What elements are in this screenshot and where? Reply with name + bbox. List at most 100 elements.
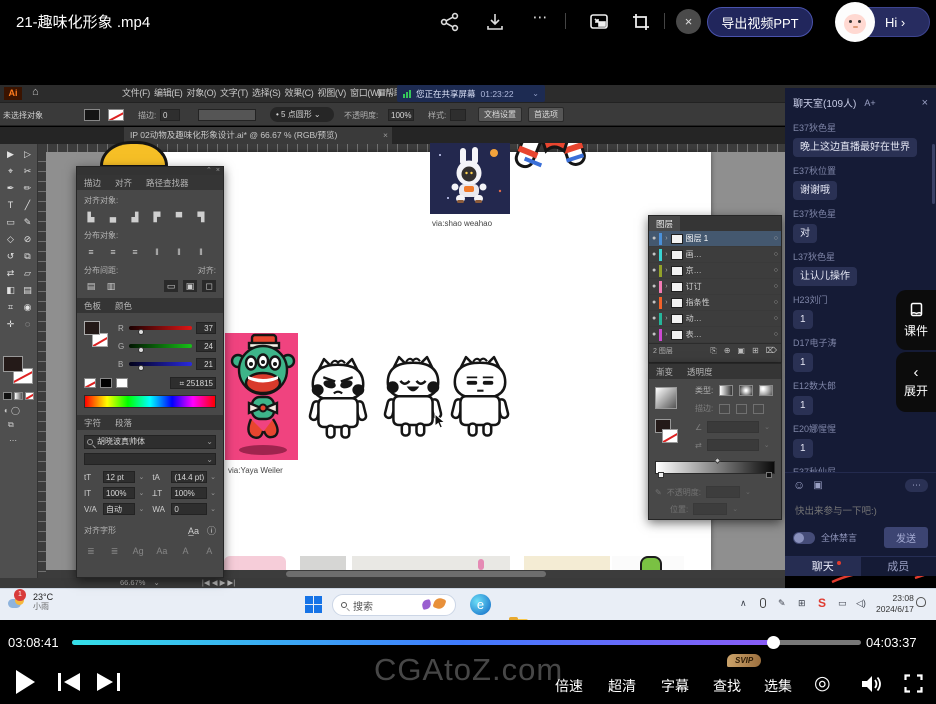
export-ppt-button[interactable]: 导出视频PPT	[707, 7, 813, 37]
tray-clock[interactable]: 23:08 2024/6/17	[876, 593, 914, 615]
channel-slider[interactable]	[129, 362, 192, 366]
tool-icon[interactable]: ◇	[2, 231, 19, 248]
freeform-gradient-button[interactable]	[759, 385, 773, 396]
tool-icon[interactable]: ▭	[2, 214, 19, 231]
weather-widget[interactable]: 1 23°C 小雨	[6, 592, 53, 612]
align-to-icon[interactable]: ◻	[202, 280, 216, 292]
distribute-icon[interactable]: ≡	[106, 246, 120, 258]
target-circle-icon[interactable]: ○	[774, 235, 778, 242]
distribute-icon[interactable]: ‖	[172, 246, 186, 258]
tool-icon[interactable]: ✏	[19, 180, 36, 197]
crop-icon[interactable]	[630, 11, 652, 33]
panel-tab[interactable]: 透明度	[680, 364, 720, 379]
target-circle-icon[interactable]: ○	[774, 299, 778, 306]
char-style-icon[interactable]: A	[202, 545, 216, 557]
visibility-eye-icon[interactable]: ●	[652, 235, 656, 242]
chevron-down-icon[interactable]: ⌄	[532, 89, 539, 98]
layers-action-icon[interactable]: ⌦	[766, 346, 777, 356]
tool-icon[interactable]: ▶	[2, 146, 19, 163]
menu-item[interactable]: 视图(V)	[316, 85, 349, 101]
image-icon[interactable]: ▣	[813, 480, 822, 491]
visibility-eye-icon[interactable]: ●	[652, 283, 656, 290]
share-screen-bar[interactable]: 您正在共享屏幕 01:23:22 ⌄	[397, 85, 545, 102]
expand-arrow-icon[interactable]: ›	[665, 283, 667, 290]
char-style-icon[interactable]: ≣	[84, 545, 98, 557]
draw-mode-icons[interactable]: ◐ ◯	[4, 406, 20, 415]
spacing-icon[interactable]: ▥	[104, 280, 118, 292]
target-circle-icon[interactable]: ○	[774, 315, 778, 322]
menu-item[interactable]: 选择(S)	[250, 85, 283, 101]
menu-item[interactable]: 对象(O)	[185, 85, 219, 101]
panel-close-icon[interactable]: ×	[216, 167, 220, 175]
progress-bar[interactable]	[72, 640, 861, 645]
font-style-field[interactable]: ⌄	[84, 453, 216, 465]
tray-display-icon[interactable]: ▭	[838, 598, 847, 609]
layers-action-icon[interactable]: ⎘	[710, 346, 716, 356]
expand-arrow-icon[interactable]: ›	[665, 267, 667, 274]
tool-icon[interactable]: ▱	[19, 265, 36, 282]
courseware-button[interactable]: 课件	[896, 290, 936, 350]
reverse-gradient-icon[interactable]: ⇄	[695, 441, 702, 450]
color-stroke-indicator[interactable]	[92, 333, 108, 347]
char-field-value[interactable]: 100%	[171, 487, 207, 499]
font-size-button[interactable]: A+	[864, 98, 875, 108]
pip-icon[interactable]	[588, 11, 610, 33]
menu-item[interactable]: 文字(T)	[218, 85, 250, 101]
expand-arrow-icon[interactable]: ›	[665, 299, 667, 306]
tool-icon[interactable]: ⇄	[2, 265, 19, 282]
visibility-eye-icon[interactable]: ●	[652, 299, 656, 306]
channel-slider[interactable]	[129, 326, 192, 330]
linear-gradient-button[interactable]	[719, 385, 733, 396]
tab-members[interactable]: 成员	[861, 557, 936, 576]
assistant-button[interactable]: Hi ›	[836, 7, 930, 37]
panel-tab[interactable]: 字符	[77, 415, 108, 430]
visibility-eye-icon[interactable]: ●	[652, 267, 656, 274]
layers-tab[interactable]: 图层	[649, 216, 680, 231]
style-select[interactable]	[450, 109, 466, 121]
opacity-value-field[interactable]: 100%	[388, 109, 414, 121]
tool-icon[interactable]: ✂	[19, 163, 36, 180]
find-button[interactable]: 查找	[713, 676, 741, 696]
language-icon[interactable]: A̲a	[188, 526, 199, 536]
align-to-icon[interactable]: ▣	[183, 280, 197, 292]
volume-icon[interactable]	[860, 674, 882, 694]
doc-setup-button[interactable]: 文档设置	[478, 107, 522, 122]
chat-input[interactable]	[793, 499, 928, 523]
gradient-slider[interactable]	[655, 461, 775, 474]
layer-name[interactable]: 动…	[686, 313, 771, 324]
variable-width-field[interactable]	[198, 109, 256, 121]
fullscreen-icon[interactable]	[904, 674, 923, 693]
taskbar-app-edge[interactable]: e	[470, 594, 491, 615]
tool-icon[interactable]: T	[2, 197, 19, 214]
char-field-value[interactable]: 100%	[103, 487, 135, 499]
menu-item[interactable]: 文件(F)	[120, 85, 152, 101]
tab-close-icon[interactable]: ×	[383, 127, 388, 144]
layer-row[interactable]: ● › 画… ○	[649, 247, 781, 263]
layer-row[interactable]: ● › 京… ○	[649, 263, 781, 279]
target-circle-icon[interactable]: ○	[774, 251, 778, 258]
expand-arrow-icon[interactable]: ›	[665, 251, 667, 258]
font-search-field[interactable]: 胡晓波真帅体⌄	[84, 435, 216, 449]
speed-button[interactable]: 倍速	[555, 676, 583, 696]
layer-name[interactable]: 画…	[686, 249, 771, 260]
gradient-stroke-indicator[interactable]	[662, 429, 678, 443]
brush-select[interactable]: • 5 点圆形 ⌄	[270, 107, 334, 122]
none-swatch[interactable]	[84, 378, 96, 388]
layer-name[interactable]: 图层 1	[686, 233, 771, 244]
taskbar-search[interactable]: 搜索	[332, 594, 456, 616]
char-style-icon[interactable]: A	[179, 545, 193, 557]
artboard-nav[interactable]: |◀ ◀ ▶ ▶|	[202, 578, 235, 587]
visibility-eye-icon[interactable]: ●	[652, 315, 656, 322]
stroke-value-field[interactable]: 0	[160, 109, 180, 121]
quality-button[interactable]: 超清	[608, 676, 636, 696]
collapse-icon[interactable]: ⌃	[206, 167, 212, 175]
char-field-value[interactable]: (14.4 pt)	[171, 471, 207, 483]
panel-tab[interactable]: 描边	[77, 175, 108, 190]
tool-icon[interactable]: ⊘	[19, 231, 36, 248]
tool-icon[interactable]: ╱	[19, 197, 36, 214]
align-icon[interactable]: ▄	[106, 211, 120, 223]
tool-icon[interactable]: ⧉	[19, 248, 36, 265]
align-icon[interactable]: ▛	[150, 211, 164, 223]
expand-button[interactable]: ‹ 展开	[896, 352, 936, 412]
layer-row[interactable]: ● › 表… ○	[649, 327, 781, 343]
